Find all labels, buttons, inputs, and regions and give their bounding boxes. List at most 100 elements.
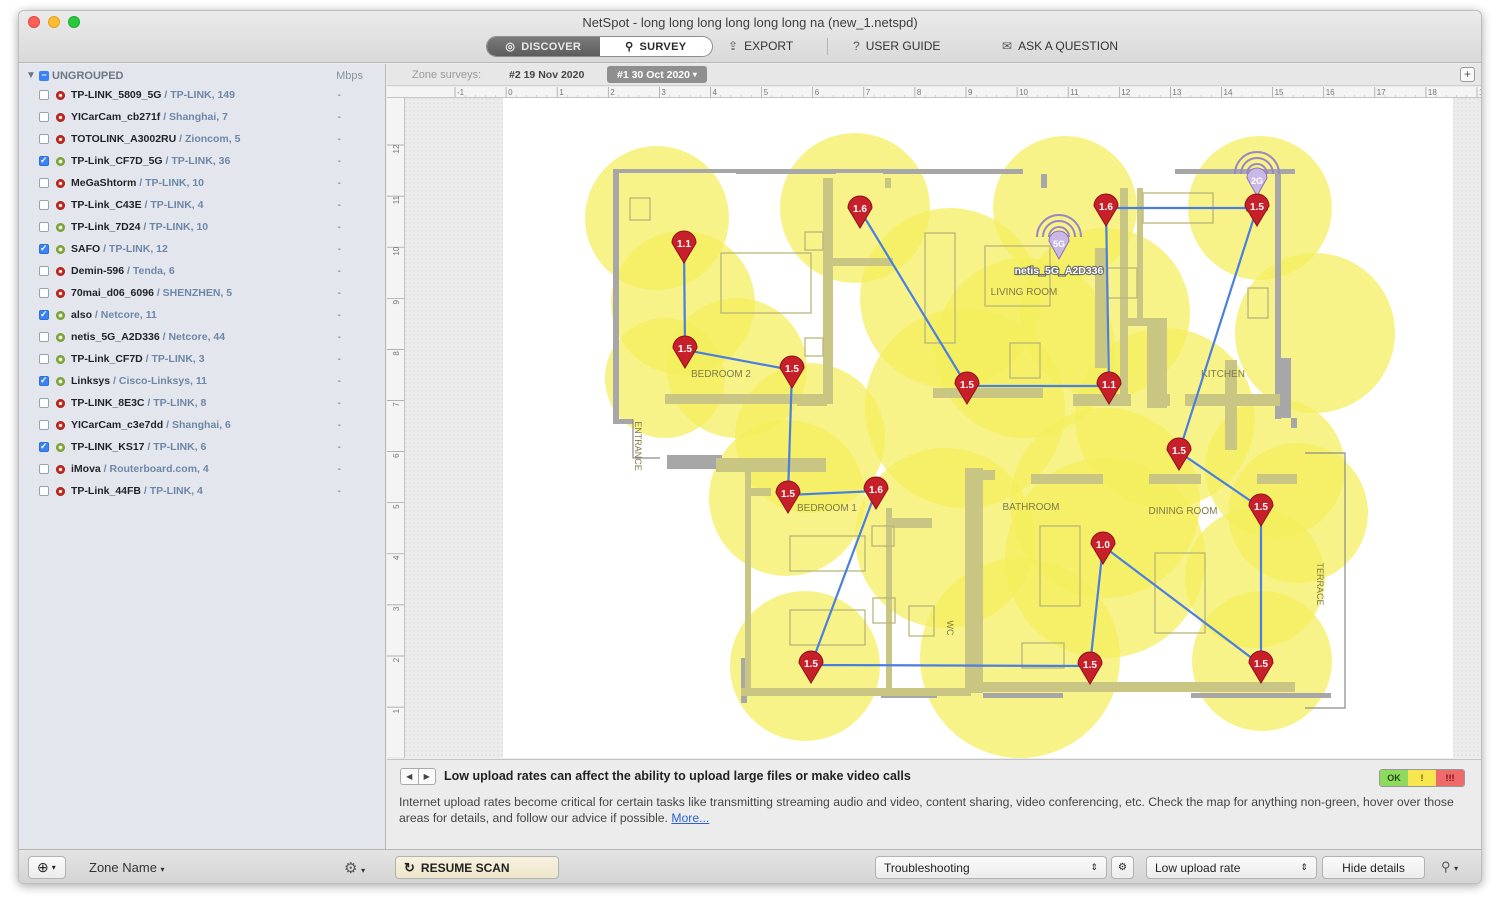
group-title: UNGROUPED <box>52 70 124 82</box>
settings-menu[interactable]: ⚙ ▾ <box>344 859 365 877</box>
ruler-label: 6 <box>392 453 401 458</box>
ask-label: ASK A QUESTION <box>1018 39 1119 53</box>
band-label: 2G <box>1251 176 1263 186</box>
export-label: EXPORT <box>744 39 794 53</box>
network-row[interactable]: TP-LINK_5809_5G / TP-LINK, 149 - <box>19 85 385 107</box>
network-checkbox[interactable] <box>39 222 49 232</box>
updown-icon: ⇕ <box>1090 862 1098 872</box>
network-checkbox[interactable] <box>39 155 49 166</box>
network-row[interactable]: Demin-596 / Tenda, 6 - <box>19 261 385 283</box>
network-row[interactable]: SAFO / TP-LINK, 12 - <box>19 239 385 261</box>
ssid-label: Demin-596 <box>71 265 125 277</box>
network-row[interactable]: Linksys / Cisco-Linksys, 11 - <box>19 371 385 393</box>
network-checkbox[interactable] <box>39 90 49 100</box>
coverage-area <box>1185 508 1325 648</box>
network-row[interactable]: TP-Link_CF7D_5G / TP-LINK, 36 - <box>19 151 385 173</box>
details-panel: ◀ ▶ Low upload rates can affect the abil… <box>387 759 1481 849</box>
network-row[interactable]: netis_5G_A2D336 / Netcore, 44 - <box>19 327 385 349</box>
rate-value: - <box>337 243 342 255</box>
group-toggle-icon[interactable]: − <box>39 71 49 81</box>
network-checkbox[interactable] <box>39 375 49 386</box>
ruler-label: 2 <box>610 88 615 97</box>
network-row[interactable]: TP-LINK_8E3C / TP-LINK, 8 - <box>19 393 385 415</box>
mode-select[interactable]: Troubleshooting ⇕ <box>875 856 1107 879</box>
ruler-label: 10 <box>392 246 401 255</box>
previous-issue-button[interactable]: ◀ <box>401 769 419 784</box>
ssid-label: TP-Link_C43E <box>71 199 142 211</box>
network-checkbox[interactable] <box>39 309 49 320</box>
next-issue-button[interactable]: ▶ <box>419 769 436 784</box>
network-checkbox[interactable] <box>39 266 49 276</box>
signal-status-icon <box>56 113 65 122</box>
room-label: DINING ROOM <box>1149 506 1218 517</box>
network-checkbox[interactable] <box>39 354 49 364</box>
add-zone-button[interactable]: + <box>1460 67 1475 82</box>
network-row[interactable]: TOTOLINK_A3002RU / Zioncom, 5 - <box>19 129 385 151</box>
wall-segment <box>1073 394 1131 406</box>
ssid-label: TP-LINK_5809_5G <box>71 89 162 101</box>
hide-details-button[interactable]: Hide details <box>1322 856 1425 879</box>
network-checkbox[interactable] <box>39 486 49 496</box>
metric-select-value: Low upload rate <box>1155 860 1241 875</box>
network-checkbox[interactable] <box>39 112 49 122</box>
network-checkbox[interactable] <box>39 243 49 254</box>
network-checkbox[interactable] <box>39 332 49 342</box>
survey-tab[interactable]: ⚲ SURVEY <box>600 37 713 56</box>
disclosure-triangle-icon[interactable]: ▼ <box>26 70 36 81</box>
zone-tab-2[interactable]: #2 19 Nov 2020 <box>499 66 594 83</box>
network-checkbox[interactable] <box>39 288 49 298</box>
network-row[interactable]: 70mai_d06_6096 / SHENZHEN, 5 - <box>19 283 385 305</box>
unit-label: Mbps <box>336 70 363 82</box>
zone-name-label: Zone Name <box>89 860 157 875</box>
map-canvas[interactable]: LIVING ROOM BEDROOM 2 KITCHEN ENTRANCE BEDRO… <box>405 98 1482 758</box>
network-checkbox[interactable] <box>39 441 49 452</box>
resume-scan-button[interactable]: ↻ RESUME SCAN <box>395 856 559 879</box>
add-menu-button[interactable]: ⊕ ▾ <box>28 856 66 879</box>
mode-settings-button[interactable]: ⚙ <box>1111 856 1134 879</box>
marker-value: 1.1 <box>677 239 691 250</box>
network-row[interactable]: TP-Link_CF7D / TP-LINK, 3 - <box>19 349 385 371</box>
vendor-label: / Shanghai, 7 <box>160 111 228 123</box>
ruler-label: 4 <box>392 555 401 560</box>
network-row[interactable]: also / Netcore, 11 - <box>19 305 385 327</box>
network-row[interactable]: YICarCam_cb271f / Shanghai, 7 - <box>19 107 385 129</box>
status-bad: !!! <box>1436 770 1464 786</box>
network-checkbox[interactable] <box>39 398 49 408</box>
user-guide-button[interactable]: ? USER GUIDE <box>853 39 940 53</box>
network-row[interactable]: MeGaShtorm / TP-LINK, 10 - <box>19 173 385 195</box>
zone-name-menu[interactable]: Zone Name ▾ <box>89 860 165 875</box>
network-row[interactable]: TP-Link_44FB / TP-LINK, 4 - <box>19 481 385 503</box>
mode-segmented-control: ◎ DISCOVER ⚲ SURVEY <box>486 36 713 57</box>
metric-select[interactable]: Low upload rate ⇕ <box>1146 856 1317 879</box>
network-name: Demin-596 / Tenda, 6 <box>71 265 175 277</box>
network-row[interactable]: TP-Link_C43E / TP-LINK, 4 - <box>19 195 385 217</box>
network-checkbox[interactable] <box>39 178 49 188</box>
wall-segment <box>613 169 619 419</box>
wall-segment <box>751 488 771 496</box>
marker-value: 1.5 <box>1250 202 1264 213</box>
group-header[interactable]: ▼ − UNGROUPED Mbps <box>19 67 385 85</box>
pin-menu[interactable]: ⚲ ▾ <box>1441 859 1458 875</box>
ruler-label: 15 <box>1275 88 1284 97</box>
network-checkbox[interactable] <box>39 200 49 210</box>
network-name: Linksys / Cisco-Linksys, 11 <box>71 375 207 387</box>
network-name: TP-Link_C43E / TP-LINK, 4 <box>71 199 203 211</box>
rate-value: - <box>337 331 342 343</box>
floor-plan-map[interactable]: LIVING ROOM BEDROOM 2 KITCHEN ENTRANCE BEDRO… <box>405 98 1482 758</box>
vendor-label: / TP-LINK, 8 <box>144 397 207 409</box>
network-name: iMova / Routerboard.com, 4 <box>71 463 209 475</box>
network-checkbox[interactable] <box>39 134 49 144</box>
marker-value: 1.5 <box>1083 660 1097 671</box>
more-link[interactable]: More... <box>671 811 709 825</box>
network-row[interactable]: TP-LINK_KS17 / TP-LINK, 6 - <box>19 437 385 459</box>
ask-question-button[interactable]: ✉ ASK A QUESTION <box>1002 39 1118 53</box>
network-row[interactable]: TP-Link_7D24 / TP-LINK, 10 - <box>19 217 385 239</box>
network-row[interactable]: YICarCam_c3e7dd / Shanghai, 6 - <box>19 415 385 437</box>
export-button[interactable]: ⇪ EXPORT <box>728 39 793 53</box>
network-row[interactable]: iMova / Routerboard.com, 4 - <box>19 459 385 481</box>
network-checkbox[interactable] <box>39 464 49 474</box>
zone-tab-1[interactable]: #1 30 Oct 2020 ▾ <box>607 66 707 83</box>
network-checkbox[interactable] <box>39 420 49 430</box>
marker-value: 1.5 <box>1254 502 1268 513</box>
discover-tab[interactable]: ◎ DISCOVER <box>487 37 600 56</box>
